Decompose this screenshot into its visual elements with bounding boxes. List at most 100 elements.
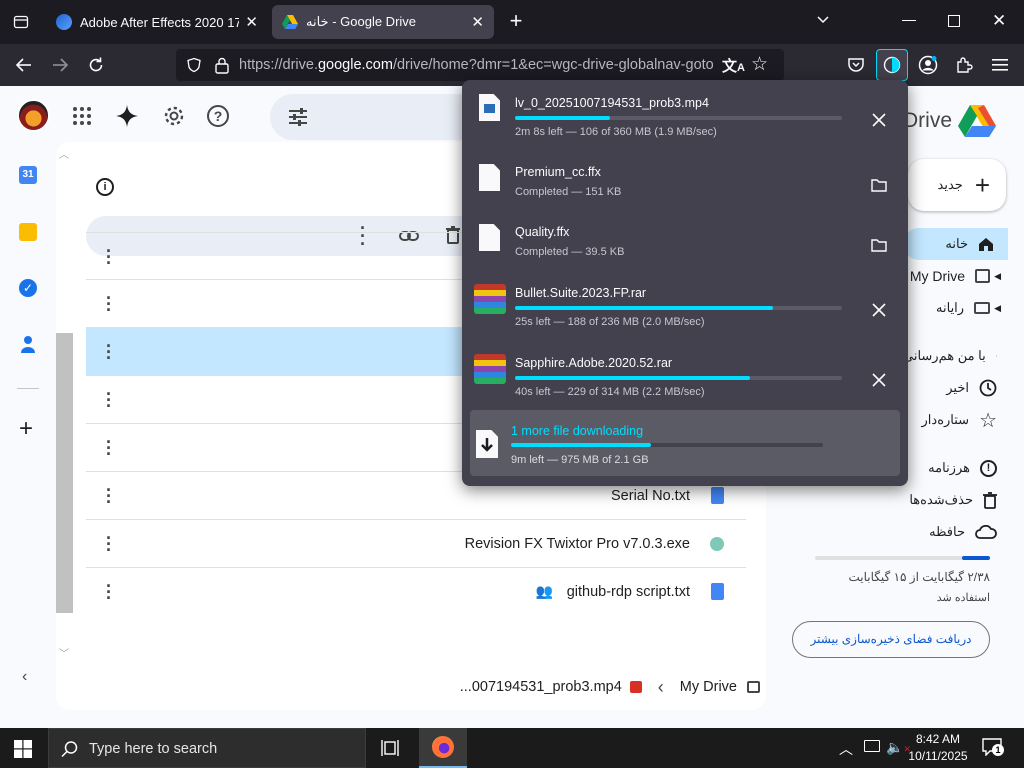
google-apps-button[interactable] (72, 106, 92, 126)
scroll-up-arrow[interactable]: ︿ (59, 146, 69, 161)
support-button[interactable]: ? (207, 105, 229, 127)
show-in-folder-button[interactable] (868, 234, 890, 256)
download-item[interactable]: Sapphire.Adobe.2020.52.rar 40s left — 229… (462, 350, 908, 410)
tab-after-effects[interactable]: Adobe After Effects 2020 17 7 0 ✕ (46, 5, 268, 39)
settings-button[interactable] (163, 105, 185, 127)
scroll-down-arrow[interactable]: ﹀ (59, 645, 69, 660)
gear-icon (164, 106, 184, 126)
details-info-icon[interactable]: i (96, 178, 114, 196)
more-downloads-progress (511, 443, 823, 447)
nav-starred[interactable]: ستاره‌دار ☆ (903, 404, 997, 436)
more-actions-icon[interactable]: · · · (106, 529, 112, 559)
cancel-download-button[interactable] (868, 299, 890, 321)
expand-arrow-icon[interactable]: ◀ (994, 303, 1001, 314)
list-all-tabs-icon[interactable] (816, 12, 830, 26)
search-bar[interactable] (270, 94, 470, 140)
show-in-folder-button[interactable] (868, 174, 890, 196)
more-actions-icon[interactable]: · · · (106, 289, 112, 319)
notification-center-button[interactable]: 1 (982, 738, 1004, 756)
firefox-taskbar-button[interactable] (419, 728, 467, 768)
clock[interactable]: 8:42 AM 10/11/2025 (900, 731, 976, 765)
clock-icon (979, 379, 997, 397)
file-name: Revision FX Twixtor Pro v7.0.3.exe (464, 535, 690, 552)
nav-computers[interactable]: رایانه ◀ (903, 292, 1003, 324)
more-actions-icon[interactable]: · · · (106, 385, 112, 415)
download-item[interactable]: Quality.ffx Completed — 39.5 KB (462, 220, 908, 280)
more-actions-icon[interactable]: · · · (106, 481, 112, 511)
bookmark-star-icon[interactable]: ☆ (751, 53, 768, 76)
new-button-label: جدید (937, 177, 963, 192)
more-actions-icon[interactable]: · · · (106, 433, 112, 463)
nav-storage[interactable]: حافظه (903, 516, 997, 548)
download-item[interactable]: lv_0_20251007194531_prob3.mp4 2m 8s left … (462, 90, 908, 150)
tab-list-icon (13, 15, 29, 29)
breadcrumb-my-drive[interactable]: My Drive (680, 679, 737, 695)
pocket-button[interactable] (842, 51, 870, 79)
nav-my-drive[interactable]: My Drive ◀ (903, 260, 1003, 292)
downloads-button[interactable] (876, 49, 908, 81)
scrollbar-thumb[interactable] (56, 333, 73, 613)
cancel-download-button[interactable] (868, 109, 890, 131)
taskbar-search-box[interactable]: Type here to search (48, 728, 366, 768)
keep-app-icon[interactable] (19, 223, 37, 241)
apps-grid-icon (73, 107, 91, 125)
expand-arrow-icon[interactable]: ◀ (994, 271, 1001, 282)
more-actions-icon[interactable]: · · · (106, 577, 112, 607)
get-addons-icon[interactable]: + (19, 417, 33, 441)
close-window-button[interactable]: ✕ (992, 11, 1006, 31)
tasks-app-icon[interactable]: ✓ (19, 279, 37, 297)
nav-spam[interactable]: هرزنامه ! (903, 452, 997, 484)
forward-arrow-icon (53, 58, 69, 72)
forward-button[interactable] (46, 51, 74, 79)
breadcrumb-current[interactable]: ...007194531_prob3.mp4 (460, 679, 622, 695)
tracking-protection-shield-icon[interactable] (186, 57, 202, 73)
restore-button[interactable] (948, 15, 960, 27)
network-icon[interactable] (864, 740, 880, 752)
nav-recent[interactable]: اخیر (903, 372, 997, 404)
video-file-icon (629, 681, 642, 693)
contacts-app-icon[interactable] (21, 335, 35, 353)
start-button[interactable] (14, 740, 32, 758)
nav-trash[interactable]: حذف‌شده‌ها (903, 484, 997, 516)
address-bar[interactable]: https://drive.google.com/drive/home?dmr=… (176, 49, 784, 81)
chevron-left-icon: ‹ (657, 676, 664, 697)
show-hidden-icons[interactable]: ︿ (839, 739, 853, 759)
side-panel-rail: 31 ✓ + ‹ (0, 86, 56, 728)
more-actions-icon[interactable]: · · · (106, 242, 112, 272)
minimize-button[interactable] (902, 20, 916, 21)
drive-brand[interactable]: Drive (903, 104, 997, 138)
tab-google-drive[interactable]: خانه - Google Drive ✕ (272, 5, 494, 39)
task-view-button[interactable] (381, 738, 401, 758)
translate-icon[interactable]: 文A (722, 55, 745, 76)
tab-close-icon[interactable]: ✕ (471, 13, 484, 31)
search-icon (61, 741, 78, 758)
cancel-download-button[interactable] (868, 369, 890, 391)
extensions-button[interactable] (950, 51, 978, 79)
tab-list-button[interactable] (8, 9, 34, 35)
back-button[interactable] (10, 51, 38, 79)
nav-shared-with-me[interactable]: با من هم‌رسانی (903, 340, 997, 372)
table-row[interactable]: · · · Revision FX Twixtor Pro v7.0.3.exe (86, 519, 746, 567)
download-item[interactable]: Premium_cc.ffx Completed — 151 KB (462, 160, 908, 220)
get-more-storage-button[interactable]: دریافت فضای ذخیره‌سازی بیشتر (792, 621, 990, 658)
gemini-button[interactable] (115, 104, 139, 128)
calendar-app-icon[interactable]: 31 (19, 166, 37, 184)
new-tab-button[interactable]: + (504, 10, 528, 34)
download-item[interactable]: Bullet.Suite.2023.FP.rar 25s left — 188 o… (462, 280, 908, 340)
download-status: 2m 8s left — 106 of 360 MB (1.9 MB/sec) (515, 126, 717, 138)
search-options-icon (289, 108, 307, 126)
new-button[interactable]: جدید + (908, 159, 1006, 211)
more-downloads-row[interactable]: 1 more file downloading 9m left — 975 MB… (470, 410, 900, 476)
app-menu-button[interactable] (986, 51, 1014, 79)
download-progress-bar (515, 376, 842, 380)
reload-button[interactable] (82, 51, 110, 79)
tab-close-icon[interactable]: ✕ (245, 13, 258, 31)
lock-icon[interactable] (214, 56, 230, 74)
hamburger-menu-icon (992, 59, 1008, 71)
download-name: lv_0_20251007194531_prob3.mp4 (515, 96, 709, 110)
collapse-panel-icon[interactable]: ‹ (22, 668, 27, 686)
account-button[interactable] (914, 51, 942, 79)
nav-home[interactable]: خانه (903, 228, 1008, 260)
table-row[interactable]: · · · github-rdp script.txt 👥 (86, 567, 746, 615)
more-actions-icon[interactable]: · · · (106, 337, 112, 367)
